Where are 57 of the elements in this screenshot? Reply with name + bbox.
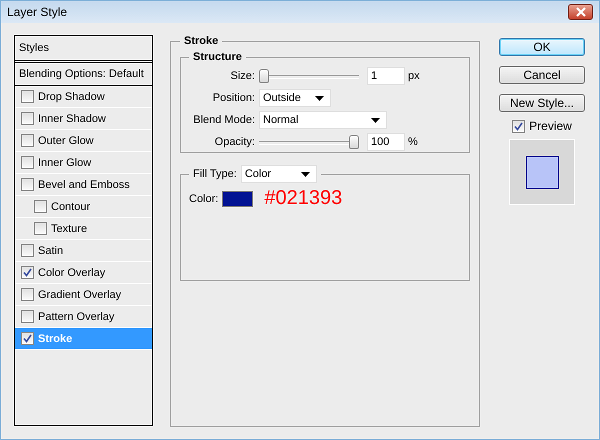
close-icon [574, 7, 586, 17]
checkbox[interactable] [21, 310, 34, 323]
input-field[interactable]: 1 [367, 67, 405, 85]
checkbox[interactable] [512, 120, 526, 132]
style-item[interactable]: Satin [15, 240, 152, 262]
style-item[interactable]: Outer Glow [15, 130, 152, 152]
hex-annotation: #021393 [264, 187, 342, 210]
checkbox[interactable] [34, 222, 47, 235]
caret-icon [300, 172, 310, 176]
checkbox[interactable] [21, 112, 34, 125]
close-button[interactable] [568, 4, 593, 20]
group-title: Structure [192, 51, 243, 63]
color-swatch[interactable] [222, 190, 254, 206]
slider-thumb[interactable] [349, 135, 359, 149]
field-label: Blend Mode: [192, 114, 255, 126]
field-label: Fill Type: [193, 168, 237, 180]
dropdown[interactable]: Normal [259, 111, 387, 129]
unit-label: % [408, 136, 418, 148]
style-item[interactable]: Contour [15, 196, 152, 218]
caret-icon [371, 118, 380, 122]
style-item[interactable]: Color Overlay [15, 262, 152, 284]
checkbox[interactable] [21, 156, 34, 169]
dialog-button[interactable]: Cancel [499, 66, 585, 84]
checkbox[interactable] [21, 288, 34, 301]
input-field[interactable]: 100 [367, 133, 405, 151]
style-item[interactable]: Inner Shadow [15, 108, 152, 130]
style-item[interactable]: Texture [15, 218, 152, 240]
panel-header: Styles [15, 36, 152, 63]
checkbox[interactable] [21, 266, 34, 279]
style-item[interactable]: Blending Options: Default [15, 63, 152, 86]
style-item[interactable]: Gradient Overlay [15, 284, 152, 306]
checkbox-label: Preview [529, 119, 572, 133]
checkbox[interactable] [21, 90, 34, 103]
dialog-button[interactable]: OK [499, 38, 585, 56]
checkbox[interactable] [21, 332, 34, 345]
field-label: Position: [212, 92, 255, 104]
style-item[interactable]: Inner Glow [15, 152, 152, 174]
field-label: Size: [230, 70, 255, 82]
style-item[interactable]: Drop Shadow [15, 86, 152, 108]
dropdown[interactable]: Outside [259, 89, 331, 107]
style-item[interactable]: Bevel and Emboss [15, 174, 152, 196]
checkbox[interactable] [21, 178, 34, 191]
size-slider[interactable] [259, 69, 359, 83]
field-label: Opacity: [214, 136, 255, 148]
checkbox[interactable] [21, 244, 34, 257]
opacity-slider[interactable] [259, 135, 359, 149]
field-label: Color: [189, 192, 218, 204]
unit-label: px [408, 70, 420, 82]
slider-thumb[interactable] [259, 69, 269, 83]
dropdown[interactable]: Color [240, 165, 317, 183]
caret-icon [315, 96, 324, 100]
preview-thumbnail [509, 139, 575, 205]
dialog-button[interactable]: New Style... [499, 94, 585, 112]
checkbox[interactable] [21, 134, 34, 147]
group-title: Stroke [183, 35, 220, 47]
window-title: Layer Style [7, 5, 68, 19]
checkbox[interactable] [34, 200, 47, 213]
